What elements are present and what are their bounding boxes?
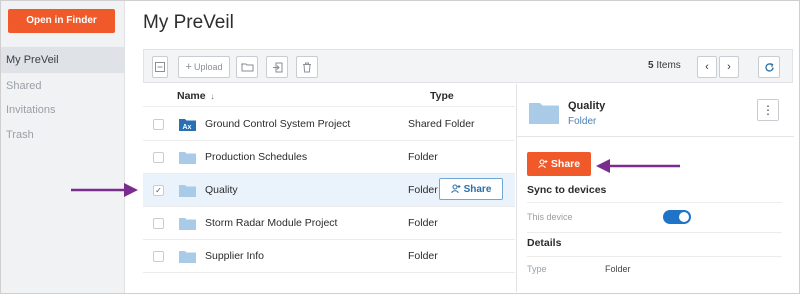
add-user-icon [538, 159, 548, 169]
kebab-icon: ⋮ [762, 103, 774, 117]
folder-icon [179, 218, 196, 230]
row-type: Shared Folder [408, 118, 475, 130]
row-name: Production Schedules [205, 151, 308, 163]
minus-square-icon [155, 62, 165, 72]
row-checkbox[interactable] [153, 152, 164, 163]
row-type: Folder [408, 184, 438, 196]
device-divider [527, 232, 782, 233]
folder-icon [529, 103, 559, 124]
row-name: Supplier Info [205, 250, 264, 262]
new-folder-button[interactable]: + [236, 56, 258, 78]
header-divider [143, 106, 515, 107]
details-divider [517, 136, 794, 137]
svg-text:Ax: Ax [183, 124, 192, 131]
move-icon [272, 62, 282, 72]
row-checkbox-checked[interactable]: ✓ [153, 185, 164, 196]
type-value: Folder [605, 264, 631, 274]
sidebar-item-invitations[interactable]: Invitations [1, 97, 125, 123]
refresh-button[interactable] [758, 56, 780, 78]
folder-icon [179, 251, 196, 263]
details-divider-2 [527, 256, 782, 257]
details-name: Quality [568, 100, 606, 112]
row-checkbox[interactable] [153, 251, 164, 262]
sidebar-item-shared[interactable]: Shared [1, 73, 125, 99]
table-row[interactable]: Ax Ground Control System Project Shared … [143, 108, 515, 141]
toggle-knob [679, 212, 689, 222]
svg-text:+: + [241, 62, 244, 68]
row-type: Folder [408, 250, 438, 262]
table-row[interactable]: Storm Radar Module Project Folder [143, 207, 515, 240]
more-options-button[interactable]: ⋮ [757, 99, 779, 121]
share-label: Share [550, 158, 581, 170]
chevron-right-icon: › [727, 61, 731, 73]
move-button[interactable] [266, 56, 288, 78]
table-row-selected[interactable]: ✓ Quality Folder Share [143, 174, 515, 207]
items-count: 5 Items [648, 60, 681, 71]
chevron-left-icon: ‹ [705, 61, 709, 73]
folder-icon [179, 152, 196, 164]
row-name: Ground Control System Project [205, 118, 351, 130]
annotation-arrow-right [596, 159, 680, 173]
details-type: Folder [568, 116, 597, 127]
trash-icon [303, 62, 311, 72]
details-heading: Details [527, 237, 562, 249]
select-all-checkbox[interactable] [152, 56, 168, 78]
sort-down-icon: ↓ [210, 92, 215, 101]
upload-label: Upload [193, 62, 223, 72]
sync-divider [527, 202, 782, 203]
items-count-value: 5 [648, 60, 654, 71]
row-name: Quality [205, 184, 238, 196]
toolbar: + Upload + 5 Items ‹ › [143, 49, 793, 83]
add-user-icon [450, 184, 461, 194]
row-type: Folder [408, 151, 438, 163]
next-page-button[interactable]: › [719, 56, 739, 78]
sidebar-item-my-preveil[interactable]: My PreVeil [1, 47, 125, 73]
annotation-arrow-left [71, 183, 138, 197]
row-checkbox[interactable] [153, 218, 164, 229]
new-folder-icon: + [241, 62, 253, 72]
row-type: Folder [408, 217, 438, 229]
shared-folder-icon: Ax [179, 119, 196, 131]
sync-heading: Sync to devices [527, 184, 607, 196]
row-share-button[interactable]: Share [439, 178, 503, 200]
refresh-icon [764, 62, 774, 72]
plus-icon: + [185, 61, 192, 73]
this-device-label: This device [527, 212, 573, 222]
share-button[interactable]: Share [527, 152, 591, 176]
row-name: Storm Radar Module Project [205, 217, 338, 229]
table-row[interactable]: Supplier Info Folder [143, 240, 515, 273]
prev-page-button[interactable]: ‹ [697, 56, 717, 78]
sidebar: Open in Finder My PreVeil Shared Invitat… [1, 1, 125, 293]
type-label: Type [527, 264, 547, 274]
row-share-label: Share [463, 183, 492, 195]
column-name-label: Name [177, 90, 206, 102]
sidebar-item-trash[interactable]: Trash [1, 122, 125, 148]
upload-button[interactable]: + Upload [178, 56, 230, 78]
page-title: My PreVeil [143, 12, 234, 33]
folder-icon [179, 185, 196, 197]
details-panel: Quality Folder ⋮ Share Sync to devices T… [516, 84, 794, 292]
column-header-name[interactable]: Name ↓ [177, 90, 215, 102]
sync-toggle[interactable] [663, 210, 691, 224]
open-in-finder-button[interactable]: Open in Finder [8, 9, 115, 33]
column-header-type[interactable]: Type [430, 90, 454, 102]
items-count-label: Items [656, 60, 681, 71]
row-checkbox[interactable] [153, 119, 164, 130]
delete-button[interactable] [296, 56, 318, 78]
table-row[interactable]: Production Schedules Folder [143, 141, 515, 174]
